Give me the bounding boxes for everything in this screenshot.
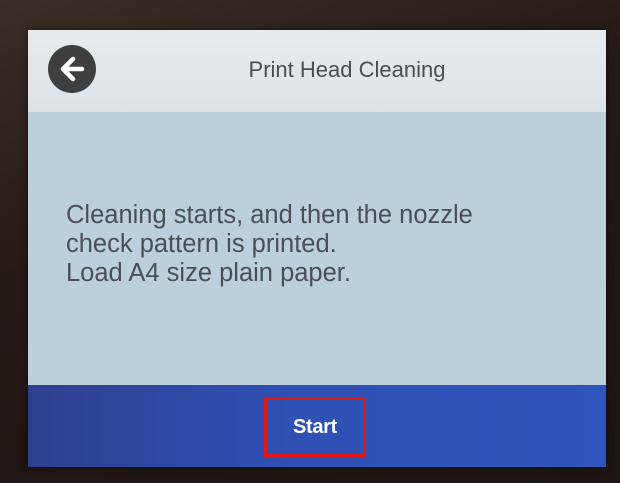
header-bar: Print Head Cleaning [28,30,606,112]
message-line-1: Cleaning starts, and then the nozzle [66,201,473,229]
page-title: Print Head Cleaning [248,57,446,82]
printer-bezel: Print Head Cleaning Cleaning starts, and… [0,0,620,483]
instruction-message: Cleaning starts, and then the nozzle che… [66,201,586,288]
message-line-3: Load A4 size plain paper. [66,259,351,287]
message-line-2: check pattern is printed. [66,230,337,258]
start-button[interactable]: Start [264,397,366,457]
lcd-screen: Print Head Cleaning Cleaning starts, and… [28,30,606,467]
footer-bar: Start [28,385,606,467]
